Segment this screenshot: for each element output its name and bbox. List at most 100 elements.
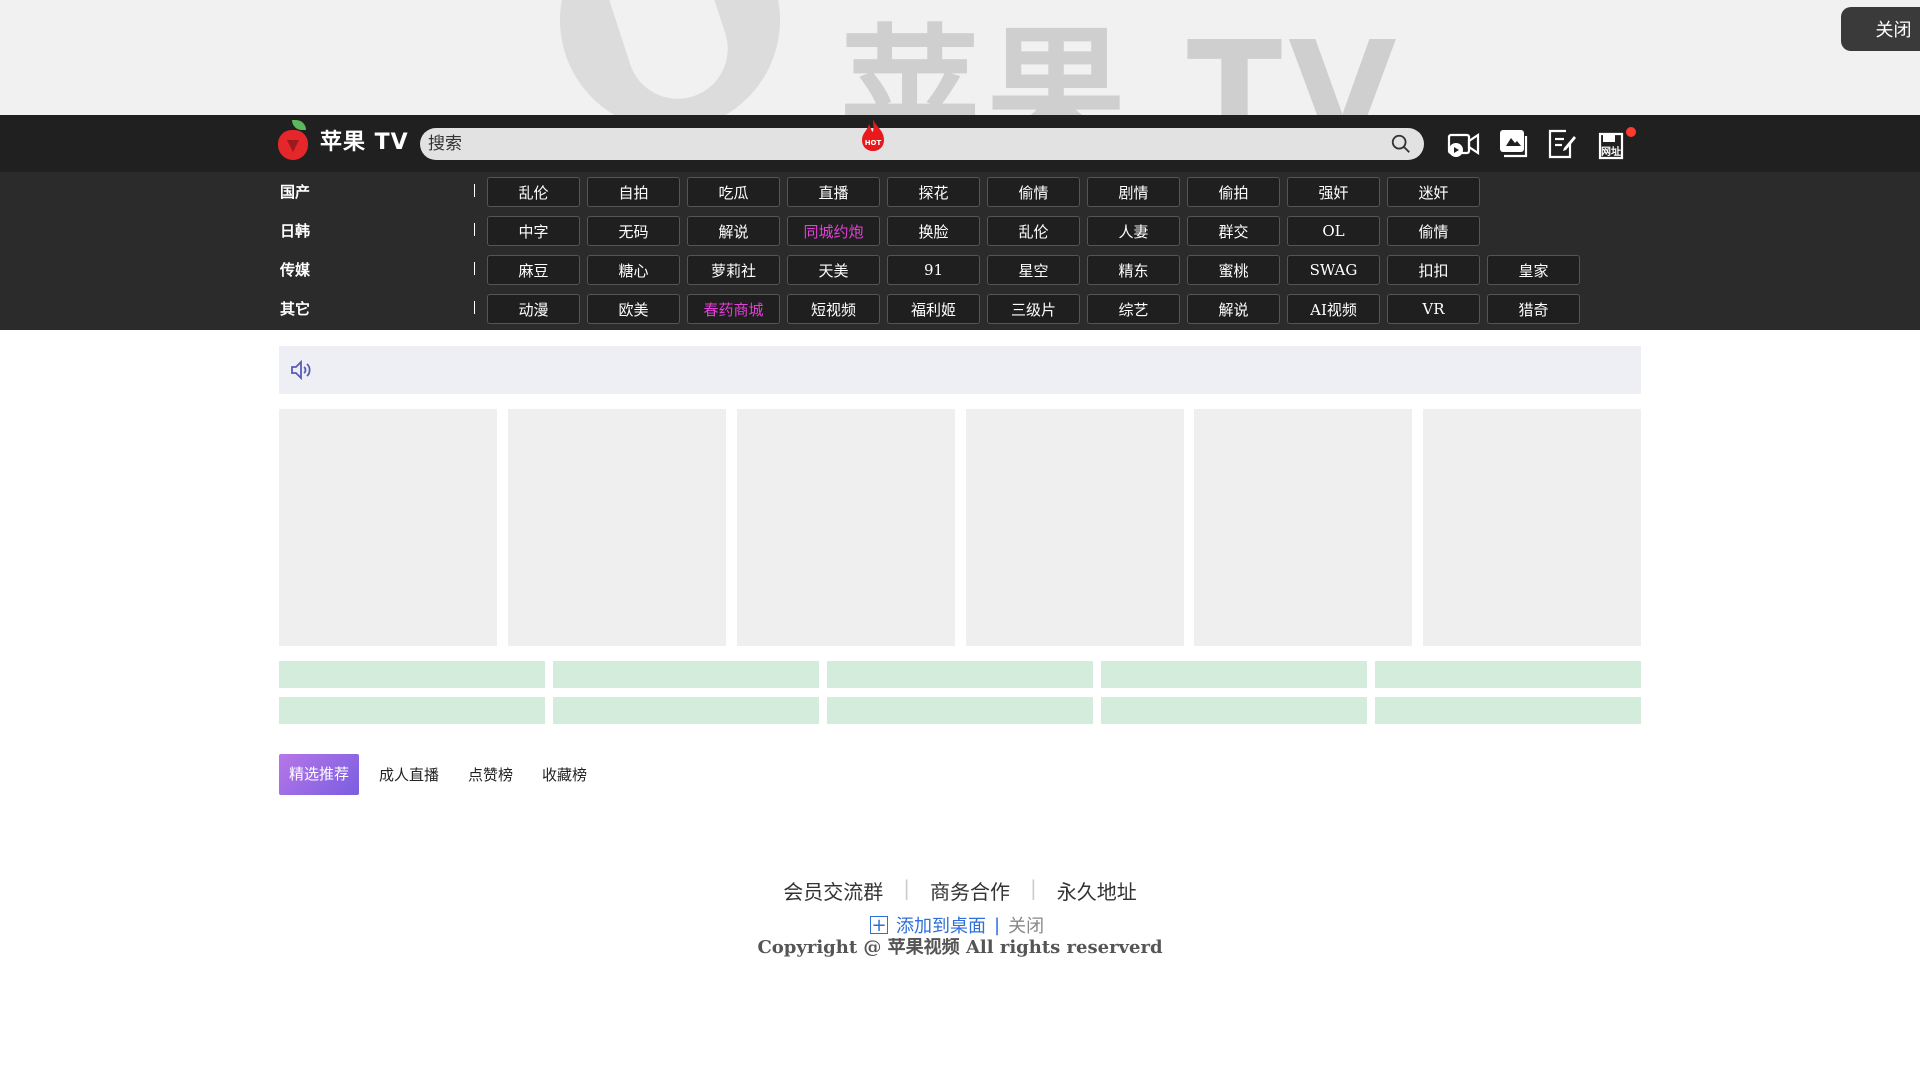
link-bar[interactable] [1101, 697, 1367, 724]
search-input[interactable] [420, 128, 1380, 160]
link-bar[interactable] [1375, 697, 1641, 724]
category-name[interactable]: 传媒 [280, 259, 310, 280]
category-tag[interactable]: 麻豆 [487, 255, 580, 285]
add-to-desktop-button[interactable]: 添加到桌面 [896, 912, 986, 938]
link-bar[interactable] [827, 697, 1093, 724]
link-bar[interactable] [279, 661, 545, 688]
category-tag[interactable]: 乱伦 [487, 177, 580, 207]
search-icon[interactable] [1390, 133, 1412, 155]
category-tag[interactable]: 同城约炮 [787, 216, 880, 246]
link-bar[interactable] [1101, 661, 1367, 688]
category-panel: 国产 乱伦 自拍 吃瓜 直播 探花 偷情 剧情 偷拍 强奸 迷奸 日韩 中字 无码 解说 同城约炮 换脸 乱伦 人妻… [0, 172, 1920, 330]
category-tag[interactable]: 偷拍 [1187, 177, 1280, 207]
header: 苹果 TV 网址 [0, 115, 1920, 172]
category-separator [474, 301, 475, 314]
category-tag[interactable]: 星空 [987, 255, 1080, 285]
category-tag[interactable]: 解说 [1187, 294, 1280, 324]
video-upload-icon[interactable] [1446, 126, 1482, 162]
category-tag[interactable]: 偷情 [987, 177, 1080, 207]
category-tag[interactable]: 探花 [887, 177, 980, 207]
category-tag[interactable]: 短视频 [787, 294, 880, 324]
category-tag[interactable]: 强奸 [1287, 177, 1380, 207]
website-icon[interactable]: 网址 [1594, 126, 1630, 162]
apple-logo-icon [278, 120, 308, 160]
category-tag[interactable]: 解说 [687, 216, 780, 246]
category-tag[interactable]: 福利姬 [887, 294, 980, 324]
tab-featured[interactable]: 精选推荐 [279, 754, 360, 795]
link-bar[interactable] [553, 697, 819, 724]
category-tag[interactable]: 吃瓜 [687, 177, 780, 207]
category-tag[interactable]: VR [1387, 294, 1480, 324]
category-tag[interactable]: 91 [887, 255, 980, 285]
ad-tile[interactable] [1423, 409, 1641, 646]
category-tag[interactable]: 天美 [787, 255, 880, 285]
category-tag[interactable]: 人妻 [1087, 216, 1180, 246]
category-tag[interactable]: 剧情 [1087, 177, 1180, 207]
search-bar [420, 128, 1424, 160]
ad-tile[interactable] [1194, 409, 1412, 646]
category-tag[interactable]: 综艺 [1087, 294, 1180, 324]
category-tag[interactable]: 迷奸 [1387, 177, 1480, 207]
ad-tile[interactable] [279, 409, 497, 646]
ad-tile[interactable] [508, 409, 726, 646]
category-separator [474, 262, 475, 275]
category-row: 传媒 麻豆 糖心 萝莉社 天美 91 星空 精东 蜜桃 SWAG 扣扣 皇家 [0, 250, 1920, 289]
category-tag[interactable]: 三级片 [987, 294, 1080, 324]
category-name[interactable]: 国产 [280, 181, 310, 202]
link-bar[interactable] [279, 697, 545, 724]
category-tag[interactable]: 欧美 [587, 294, 680, 324]
category-tag[interactable]: OL [1287, 216, 1380, 246]
category-tag[interactable]: 萝莉社 [687, 255, 780, 285]
gallery-icon[interactable] [1496, 126, 1532, 162]
link-bar[interactable] [827, 661, 1093, 688]
category-row: 其它 动漫 欧美 春药商城 短视频 福利姬 三级片 综艺 解说 AI视频 VR 猎奇 [0, 289, 1920, 328]
ad-tile[interactable] [737, 409, 955, 646]
category-tag[interactable]: 皇家 [1487, 255, 1580, 285]
hot-flame-icon: HOT [862, 119, 884, 151]
category-tag[interactable]: 动漫 [487, 294, 580, 324]
category-tag[interactable]: 偷情 [1387, 216, 1480, 246]
category-row: 国产 乱伦 自拍 吃瓜 直播 探花 偷情 剧情 偷拍 强奸 迷奸 [0, 172, 1920, 211]
category-tag[interactable]: 无码 [587, 216, 680, 246]
category-tag[interactable]: 猎奇 [1487, 294, 1580, 324]
category-name[interactable]: 其它 [280, 298, 310, 319]
category-tag[interactable]: 精东 [1087, 255, 1180, 285]
category-tag[interactable]: SWAG [1287, 255, 1380, 285]
ad-tile[interactable] [966, 409, 1184, 646]
category-separator [474, 184, 475, 197]
category-tag[interactable]: 直播 [787, 177, 880, 207]
category-tag[interactable]: 自拍 [587, 177, 680, 207]
add-bar-close-button[interactable]: 关闭 [1008, 912, 1044, 938]
category-tag[interactable]: 中字 [487, 216, 580, 246]
category-tag[interactable]: 群交 [1187, 216, 1280, 246]
tab-likes-ranking[interactable]: 点赞榜 [468, 764, 513, 785]
footer-links: 会员交流群 | 商务合作 | 永久地址 [0, 876, 1920, 905]
category-tag[interactable]: 换脸 [887, 216, 980, 246]
site-logo[interactable]: 苹果 TV [278, 120, 409, 160]
category-tag[interactable]: 扣扣 [1387, 255, 1480, 285]
tab-adult-live[interactable]: 成人直播 [379, 764, 439, 785]
notes-icon[interactable] [1544, 126, 1580, 162]
footer-link-permanent-address[interactable]: 永久地址 [1057, 876, 1137, 905]
content-tabs: 精选推荐 成人直播 点赞榜 收藏榜 [279, 754, 616, 795]
category-tag[interactable]: 乱伦 [987, 216, 1080, 246]
category-tag[interactable]: 春药商城 [687, 294, 780, 324]
close-banner-button[interactable]: 关闭 [1841, 7, 1920, 51]
speaker-icon [291, 359, 311, 381]
category-tag[interactable]: AI视频 [1287, 294, 1380, 324]
top-banner: 苹果 TV [0, 0, 1920, 115]
footer-separator: | [903, 876, 910, 900]
category-tag[interactable]: 糖心 [587, 255, 680, 285]
link-bar[interactable] [1375, 661, 1641, 688]
tab-favorites-ranking[interactable]: 收藏榜 [542, 764, 587, 785]
footer-link-business[interactable]: 商务合作 [930, 876, 1010, 905]
category-separator [474, 223, 475, 236]
svg-text:网址: 网址 [1601, 145, 1621, 158]
category-name[interactable]: 日韩 [280, 220, 310, 241]
category-tag[interactable]: 蜜桃 [1187, 255, 1280, 285]
plus-icon: + [870, 914, 888, 936]
footer-link-member-group[interactable]: 会员交流群 [783, 876, 883, 905]
link-bar[interactable] [553, 661, 819, 688]
footer-separator: | [1030, 876, 1037, 900]
notice-bar [279, 346, 1641, 394]
